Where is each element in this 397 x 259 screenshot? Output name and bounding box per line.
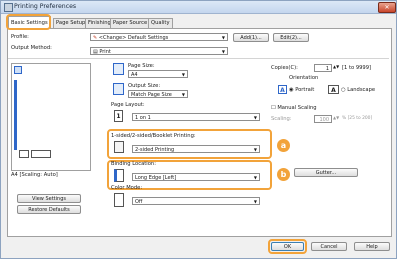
portrait-label: Portrait bbox=[295, 87, 315, 93]
edit-profile-button[interactable]: Edit(2)... bbox=[273, 33, 309, 42]
printing-preferences-window: Printing Preferences ✕ Basic Settings Pa… bbox=[0, 0, 397, 259]
manual-scaling-checkbox[interactable]: ☐ Manual Scaling bbox=[271, 105, 317, 111]
page-size-label: Page Size: bbox=[128, 63, 155, 69]
copies-input[interactable]: 1 bbox=[314, 64, 332, 72]
chevron-down-icon: ▼ bbox=[253, 147, 257, 152]
binding-dropdown[interactable]: Long Edge [Left] ▼ bbox=[132, 173, 260, 181]
portrait-icon: A bbox=[278, 85, 287, 94]
landscape-radio[interactable]: ○ Landscape bbox=[341, 87, 375, 93]
tab-paper-source[interactable]: Paper Source bbox=[110, 18, 151, 28]
window-title: Printing Preferences bbox=[14, 3, 77, 10]
ok-button[interactable]: OK bbox=[271, 242, 304, 251]
binding-label: Binding Location: bbox=[111, 161, 156, 167]
copies-range: [1 to 9999] bbox=[342, 65, 372, 71]
tab-highlight bbox=[6, 14, 51, 30]
output-method-dropdown[interactable]: ▤ Print ▼ bbox=[90, 47, 228, 55]
binding-value: Long Edge [Left] bbox=[135, 175, 177, 181]
output-method-label: Output Method: bbox=[11, 45, 52, 51]
output-method-value: Print bbox=[99, 49, 111, 55]
preview-color-icon bbox=[14, 66, 22, 74]
cancel-button[interactable]: Cancel bbox=[311, 242, 347, 251]
title-bar: Printing Preferences ✕ bbox=[1, 1, 396, 14]
duplex-value: 2-sided Printing bbox=[135, 147, 175, 153]
portrait-radio[interactable]: ◉ Portrait bbox=[289, 87, 314, 93]
output-size-value: Match Page Size bbox=[131, 92, 172, 98]
output-size-dropdown[interactable]: Match Page Size ▼ bbox=[128, 90, 188, 98]
duplex-label: 1-sided/2-sided/Booklet Printing: bbox=[111, 133, 196, 139]
add-profile-button[interactable]: Add(1)... bbox=[233, 33, 269, 42]
profile-dropdown[interactable]: ✎ <Change> Default Settings ▼ bbox=[90, 33, 228, 41]
pencil-icon: ✎ bbox=[93, 35, 98, 41]
color-mode-label: Color Mode: bbox=[111, 185, 143, 191]
page-icon bbox=[19, 150, 29, 158]
divider bbox=[8, 58, 389, 59]
color-mode-value: Off bbox=[135, 199, 143, 205]
binding-icon bbox=[114, 169, 124, 182]
page-size-icon bbox=[113, 63, 124, 75]
copies-stepper[interactable]: ▲▼ bbox=[333, 64, 339, 69]
profile-value: <Change> Default Settings bbox=[98, 35, 169, 41]
orientation-label: Orientation bbox=[289, 75, 319, 81]
binding-edge-indicator bbox=[14, 80, 17, 150]
duplex-icon bbox=[114, 141, 124, 153]
chevron-down-icon: ▼ bbox=[221, 35, 225, 40]
copies-label: Copies(C): bbox=[271, 65, 298, 71]
page-preview bbox=[11, 63, 91, 171]
duplex-dropdown[interactable]: 2-sided Printing ▼ bbox=[132, 145, 260, 153]
chevron-down-icon: ▼ bbox=[253, 175, 257, 180]
page-size-value: A4 bbox=[131, 72, 138, 78]
close-button[interactable]: ✕ bbox=[378, 2, 396, 13]
scaling-input[interactable]: 100 bbox=[314, 115, 332, 123]
scaling-stepper[interactable]: ▲▼ bbox=[333, 115, 339, 120]
view-settings-button[interactable]: View Settings bbox=[17, 194, 81, 203]
gutter-button[interactable]: Gutter... bbox=[294, 168, 358, 177]
profile-label: Profile: bbox=[11, 34, 29, 40]
color-mode-icon bbox=[114, 193, 124, 207]
output-size-label: Output Size: bbox=[128, 83, 161, 89]
scaling-range: % [25 to 200] bbox=[342, 116, 373, 121]
landscape-icon: A bbox=[328, 85, 339, 94]
marker-a: a bbox=[277, 139, 290, 152]
page-layout-dropdown[interactable]: 1 on 1 ▼ bbox=[132, 113, 260, 121]
chevron-down-icon: ▼ bbox=[181, 92, 185, 97]
color-mode-dropdown[interactable]: Off ▼ bbox=[132, 197, 260, 205]
restore-defaults-button[interactable]: Restore Defaults bbox=[17, 205, 81, 214]
chevron-down-icon: ▼ bbox=[221, 49, 225, 54]
chevron-down-icon: ▼ bbox=[253, 199, 257, 204]
preview-caption: A4 [Scaling: Auto] bbox=[11, 172, 58, 178]
marker-b: b bbox=[277, 168, 290, 181]
help-button[interactable]: Help bbox=[354, 242, 390, 251]
landscape-label: Landscape bbox=[347, 87, 376, 93]
chevron-down-icon: ▼ bbox=[253, 115, 257, 120]
two-page-icon bbox=[31, 150, 51, 158]
page-layout-icon: 1 bbox=[114, 110, 123, 122]
page-layout-label: Page Layout: bbox=[111, 102, 145, 108]
manual-scaling-label: Manual Scaling bbox=[277, 105, 317, 111]
printer-icon bbox=[4, 3, 13, 12]
tab-page-setup[interactable]: Page Setup bbox=[53, 18, 89, 28]
tab-quality[interactable]: Quality bbox=[148, 18, 173, 28]
page-layout-value: 1 on 1 bbox=[135, 115, 151, 121]
scaling-label: Scaling: bbox=[271, 116, 292, 122]
output-size-icon bbox=[113, 83, 124, 95]
chevron-down-icon: ▼ bbox=[181, 72, 185, 77]
page-size-dropdown[interactable]: A4 ▼ bbox=[128, 70, 188, 78]
